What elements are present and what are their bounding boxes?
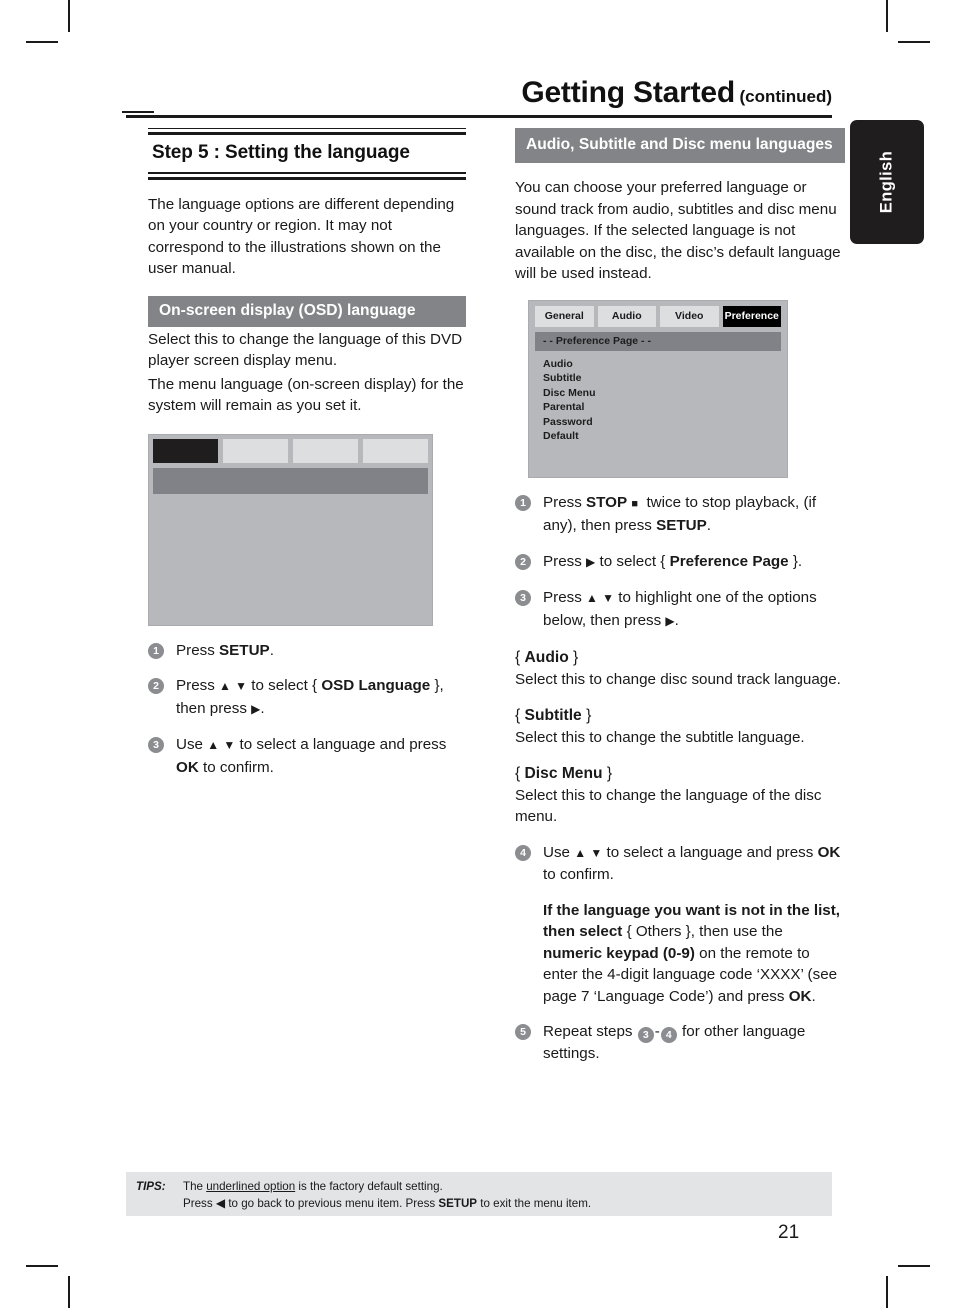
header-divider (126, 115, 832, 118)
left-step-list: 1 Press SETUP. 2 Press ▲ ▼ to select { OSD … (148, 640, 466, 779)
others-language-note: If the language you want is not in the l… (543, 901, 841, 1005)
definition-block: { Audio } Select this to change disc soun… (515, 647, 845, 690)
definition-term: { Subtitle } (515, 707, 592, 724)
step-text: Press ▲ ▼ to select { OSD Language }, th… (176, 677, 444, 717)
right-step-list-continued: 4 Use ▲ ▼ to select a language and press … (515, 842, 845, 886)
step-text: Press SETUP. (176, 641, 274, 659)
step-number: 5 (515, 1024, 531, 1040)
step-number: 4 (515, 844, 531, 861)
preference-tab: General (535, 305, 594, 327)
step-ref-a: 3 (637, 1027, 654, 1043)
step-heading-rule-thick-bottom (148, 176, 466, 180)
step-item: 1 Press STOP ■ twice to stop playback, (i… (515, 492, 845, 537)
right-column: Audio, Subtitle and Disc menu languages … (515, 128, 845, 1064)
osd-screenshot-title-bar (153, 467, 428, 494)
manual-page: Getting Started (continued) English Step… (0, 0, 954, 1308)
osd-screenshot-tab-3 (293, 438, 358, 463)
definition-list: { Audio } Select this to change disc soun… (515, 647, 845, 828)
osd-screenshot-tab-row (153, 438, 428, 463)
step-heading: Step 5 : Setting the language (152, 142, 410, 164)
left-intro-paragraph: The language options are different depen… (148, 195, 455, 278)
step-item: 2 Press ▲ ▼ to select { OSD Language }, t… (148, 675, 466, 720)
preference-tab: Audio (597, 305, 656, 327)
step-text-prefix: Repeat steps (543, 1023, 633, 1040)
step-item: 5 Repeat steps 3-4 for other language set… (515, 1021, 845, 1064)
definition-description: Select this to change disc sound track l… (515, 670, 841, 688)
definition-term: { Audio } (515, 649, 579, 666)
left-column: Step 5 : Setting the language The langua… (148, 128, 466, 778)
step-number: 3 (515, 590, 531, 606)
osd-paragraph-1: Select this to change the language of th… (148, 330, 463, 370)
page-title: Getting Started (521, 76, 735, 109)
step-text: Press STOP ■ twice to stop playback, (if… (543, 493, 817, 535)
language-side-tab: English (850, 120, 924, 244)
crop-mark-top-left-inner (122, 111, 154, 113)
definition-block: { Subtitle } Select this to change the su… (515, 705, 845, 748)
step-text: Use ▲ ▼ to select a language and press O… (543, 843, 841, 884)
preference-tab: Preference (722, 305, 781, 327)
osd-screenshot-tab-4 (363, 438, 428, 463)
step-text: Press ▲ ▼ to highlight one of the option… (543, 589, 817, 629)
step-text: Press ▶ to select { Preference Page }. (543, 552, 803, 570)
audio-subtitle-section-bar: Audio, Subtitle and Disc menu languages (515, 128, 845, 163)
preference-item: Parental (543, 401, 585, 413)
preference-item: Disc Menu (543, 386, 596, 399)
step-number: 3 (148, 737, 164, 754)
right-step-list: 1 Press STOP ■ twice to stop playback, (i… (515, 492, 845, 633)
crop-mark-bottom-left-horizontal (26, 1265, 58, 1267)
crop-mark-top-right-vertical (886, 0, 888, 32)
page-number: 21 (778, 1222, 800, 1243)
step-number: 2 (515, 553, 531, 570)
osd-menu-screenshot (148, 433, 433, 626)
definition-block: { Disc Menu } Select this to change the l… (515, 763, 845, 828)
right-intro-paragraph: You can choose your preferred language o… (515, 179, 841, 282)
tips-label-spacer (136, 1195, 183, 1212)
step-item: 1 Press SETUP. (148, 640, 466, 662)
language-side-tab-label: English (877, 150, 896, 214)
osd-screenshot-tab-1 (153, 438, 218, 463)
crop-mark-bottom-right-horizontal (898, 1265, 930, 1267)
crop-mark-top-left-horizontal (26, 41, 58, 43)
step-item: 4 Use ▲ ▼ to select a language and press … (515, 842, 845, 886)
tips-row-1: TIPS: The underlined option is the facto… (136, 1178, 832, 1195)
preference-tab: Video (660, 305, 719, 327)
step-item: 2 Press ▶ to select { Preference Page }. (515, 551, 845, 574)
osd-screenshot-tab-2 (223, 438, 288, 463)
osd-section-bar: On-screen display (OSD) language (148, 295, 466, 327)
preference-item: Password (543, 415, 593, 428)
crop-mark-top-left-vertical (68, 0, 70, 32)
preference-tab-row: General Audio Video Preference (535, 305, 781, 327)
crop-mark-bottom-right-vertical (886, 1276, 888, 1308)
osd-paragraph-2: The menu language (on-screen display) fo… (148, 375, 464, 415)
step-ref-b: 4 (660, 1027, 677, 1043)
step-item: 3 Press ▲ ▼ to highlight one of the optio… (515, 587, 845, 632)
page-title-continued: (continued) (739, 87, 832, 106)
tips-row-2: Press ◀ to go back to previous menu item… (136, 1195, 832, 1212)
crop-mark-top-right-horizontal (898, 41, 930, 43)
step-text: Use ▲ ▼ to select a language and press O… (176, 736, 447, 776)
step-item: 3 Use ▲ ▼ to select a language and press … (148, 734, 466, 778)
tips-line-1: The underlined option is the factory def… (183, 1180, 443, 1193)
preference-item: Audio (543, 357, 573, 370)
step-number: 2 (148, 678, 164, 695)
preference-menu-screenshot: General Audio Video Preference - - Preferen… (528, 299, 788, 478)
preference-item: Default (543, 430, 579, 442)
definition-description: Select this to change the subtitle langu… (515, 728, 805, 746)
preference-page-bar: - - Preference Page - - (535, 331, 781, 351)
tips-footer: TIPS: The underlined option is the facto… (126, 1172, 832, 1216)
right-step-list-final: 5 Repeat steps 3-4 for other language set… (515, 1021, 845, 1064)
preference-item: Subtitle (543, 372, 582, 384)
step-ref-dash: - (654, 1023, 660, 1040)
step-number: 1 (148, 642, 164, 659)
tips-line-2: Press ◀ to go back to previous menu item… (183, 1196, 592, 1210)
definition-term: { Disc Menu } (515, 765, 613, 782)
crop-mark-bottom-left-vertical (68, 1276, 70, 1308)
page-header: Getting Started (continued) (126, 76, 832, 110)
definition-description: Select this to change the language of th… (515, 786, 822, 826)
tips-label: TIPS: (136, 1180, 166, 1193)
step-number: 1 (515, 494, 531, 511)
preference-item-list: Audio Subtitle Disc Menu Parental Password De… (535, 357, 781, 444)
